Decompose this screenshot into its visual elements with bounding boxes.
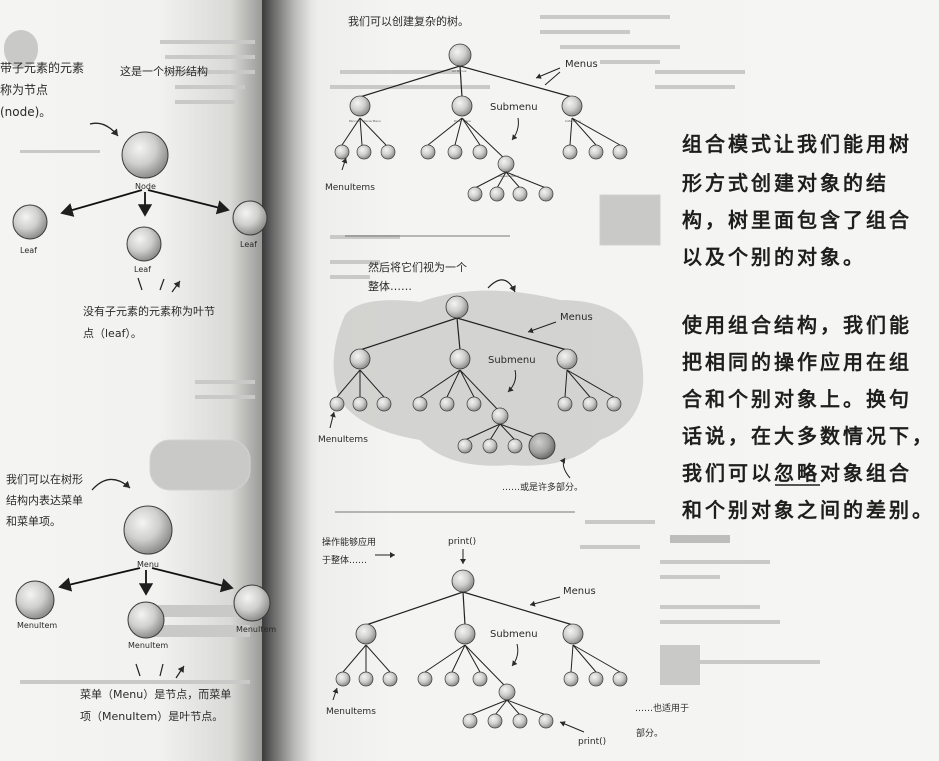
paragraph2-line: 和个别对象之间的差别。 — [682, 498, 935, 522]
diagram3-parts-caption-line2: 部分。 — [636, 727, 663, 739]
menuitem-label: MenuItem — [128, 641, 168, 650]
node-leaf-tree: Node Leaf Leaf Leaf — [12, 131, 268, 274]
root-ball — [448, 43, 472, 67]
diagram3-menus-label: Menus — [563, 586, 596, 597]
node-label: Node — [135, 182, 156, 191]
submenu-ball — [561, 95, 583, 117]
paragraph2-line: 我们可以忽略对象组合 — [682, 461, 912, 485]
diagram1-submenu-label: Submenu — [490, 102, 538, 113]
paragraph1-line: 构，树里面包含了组合 — [682, 208, 912, 232]
menuitem-label: MenuItem — [236, 625, 276, 634]
node-annotation-line3: (node)。 — [0, 105, 51, 119]
menu-label: Menu — [137, 560, 159, 569]
tree-title: 这是一个树形结构 — [120, 64, 208, 78]
diagram1-menuitems-label: MenuItems — [325, 183, 375, 193]
menu-caption-line1: 菜单（Menu）是节点，而菜单 — [80, 688, 231, 701]
diagram3-caption-line2: 于整体…… — [322, 554, 367, 566]
node-annotation-line1: 带子元素的元素 — [0, 60, 84, 75]
paragraph1-line: 形方式创建对象的结 — [682, 171, 889, 195]
menu-caption-line2: 项（MenuItem）是叶节点。 — [80, 710, 223, 723]
leaf-label: Leaf — [240, 240, 257, 249]
dessert-ball — [497, 155, 515, 173]
paragraph2-line: 使用组合结构，我们能 — [681, 313, 912, 337]
menu-annotation-line1: 我们可以在树形 — [6, 472, 83, 486]
menu-ball — [123, 505, 173, 555]
leaf-annotation-line1: 没有子元素的元素称为叶节 — [83, 304, 215, 318]
dessert-label: Dessert Menu — [498, 174, 519, 178]
root-label: All Menus — [452, 69, 467, 73]
leaf-ball — [232, 200, 268, 236]
diagram3-print-bottom: print() — [578, 737, 606, 747]
submenu-label: Cafe Menu — [565, 119, 581, 123]
menuitem-ball — [15, 580, 55, 620]
leaf-label: Leaf — [20, 246, 37, 255]
submenu-label: Pancake House Menu — [349, 119, 381, 123]
diagram3-print-top: print() — [448, 537, 476, 547]
leaf-annotation-line2: 点（leaf）。 — [83, 327, 142, 340]
paragraph-composite-tree: 组合模式让我们能用树 形方式创建对象的结 构，树里面包含了组合 以及个别的对象。 — [682, 132, 912, 269]
diagram2-caption-line1: 然后将它们视为一个 — [368, 260, 467, 274]
node-ball — [121, 131, 169, 179]
diagram3-caption-line1: 操作能够应用 — [322, 536, 376, 548]
leaf-label: Leaf — [134, 265, 151, 274]
diagram3-parts-caption-line1: ……也适用于 — [635, 702, 689, 714]
submenu-ball — [451, 95, 473, 117]
paragraph2-line: 把相同的操作应用在组 — [682, 350, 912, 374]
diagram2-parts-caption: ……或是许多部分。 — [502, 481, 583, 493]
node-pointer-arrow — [89, 122, 119, 137]
menuitem-label: MenuItem — [17, 621, 57, 630]
diagram2-caption-line2: 整体…… — [368, 279, 412, 293]
menuitem-pointer-arrows — [135, 664, 184, 679]
paragraph2-line: 合和个别对象上。换句 — [682, 387, 912, 411]
diagram1-menus-label: Menus — [565, 59, 598, 70]
diagram1-caption: 我们可以创建复杂的树。 — [348, 14, 469, 28]
leaf-ball — [126, 226, 162, 262]
page-illustrations: 带子元素的元素 称为节点 (node)。 这是一个树形结构 Node Leaf … — [0, 14, 935, 747]
node-annotation-line2: 称为节点 — [0, 83, 48, 97]
menu-annotation-line2: 结构内表达菜单 — [6, 493, 83, 507]
diagram2-menus-label: Menus — [560, 312, 593, 323]
menu-annotation-line3: 和菜单项。 — [6, 515, 61, 528]
menu-pointer-arrow — [91, 478, 131, 491]
leaf-ball — [12, 204, 48, 240]
paragraph1-line: 以及个别的对象。 — [682, 245, 866, 269]
paragraph2-line: 话说，在大多数情况下， — [682, 424, 935, 448]
paragraph1-line: 组合模式让我们能用树 — [682, 132, 912, 156]
diagram2-menuitems-label: MenuItems — [318, 435, 368, 445]
highlighted-part-ball — [528, 432, 556, 460]
submenu-ball — [349, 95, 371, 117]
diagram3-submenu-label: Submenu — [490, 629, 538, 640]
menuitem-ball — [127, 601, 165, 639]
leaf-pointer-arrows — [137, 278, 180, 293]
diagram3-menuitems-label: MenuItems — [326, 707, 376, 717]
diagram2-submenu-label: Submenu — [488, 355, 536, 366]
menuitem-ball — [233, 584, 271, 622]
paragraph-uniform-operations: 使用组合结构，我们能 把相同的操作应用在组 合和个别对象上。换句 话说，在大多数… — [681, 313, 935, 522]
submenu-label: Diner Menu — [454, 119, 471, 123]
